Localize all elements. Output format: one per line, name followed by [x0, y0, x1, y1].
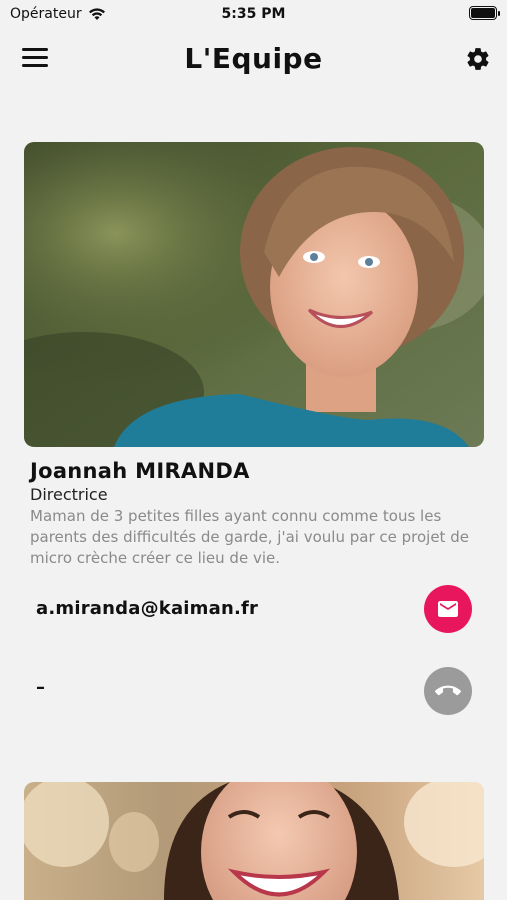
envelope-icon — [438, 601, 458, 617]
member-bio: Maman de 3 petites filles ayant connu co… — [30, 507, 469, 567]
phone-row: – — [24, 667, 484, 717]
page-title: L'Equipe — [184, 42, 323, 75]
member-email[interactable]: a.miranda@kaiman.fr — [36, 598, 258, 619]
status-bar: Opérateur 5:35 PM — [0, 0, 507, 28]
email-button[interactable] — [424, 585, 472, 633]
member-phone[interactable]: – — [36, 677, 45, 698]
phone-button[interactable] — [424, 667, 472, 715]
member-photo — [24, 142, 484, 447]
member-name: Joannah MIRANDA — [30, 459, 250, 483]
nav-bar: L'Equipe — [0, 28, 507, 92]
status-time: 5:35 PM — [221, 6, 286, 22]
battery-icon — [469, 6, 500, 20]
email-row: a.miranda@kaiman.fr — [24, 585, 484, 635]
member-photo — [24, 782, 484, 900]
team-member-card: Joannah MIRANDA Directrice Maman de 3 pe… — [24, 142, 484, 717]
member-role: Directrice — [30, 485, 108, 504]
phone-icon — [435, 685, 461, 696]
team-member-card — [24, 782, 484, 900]
gear-icon[interactable] — [465, 46, 491, 72]
